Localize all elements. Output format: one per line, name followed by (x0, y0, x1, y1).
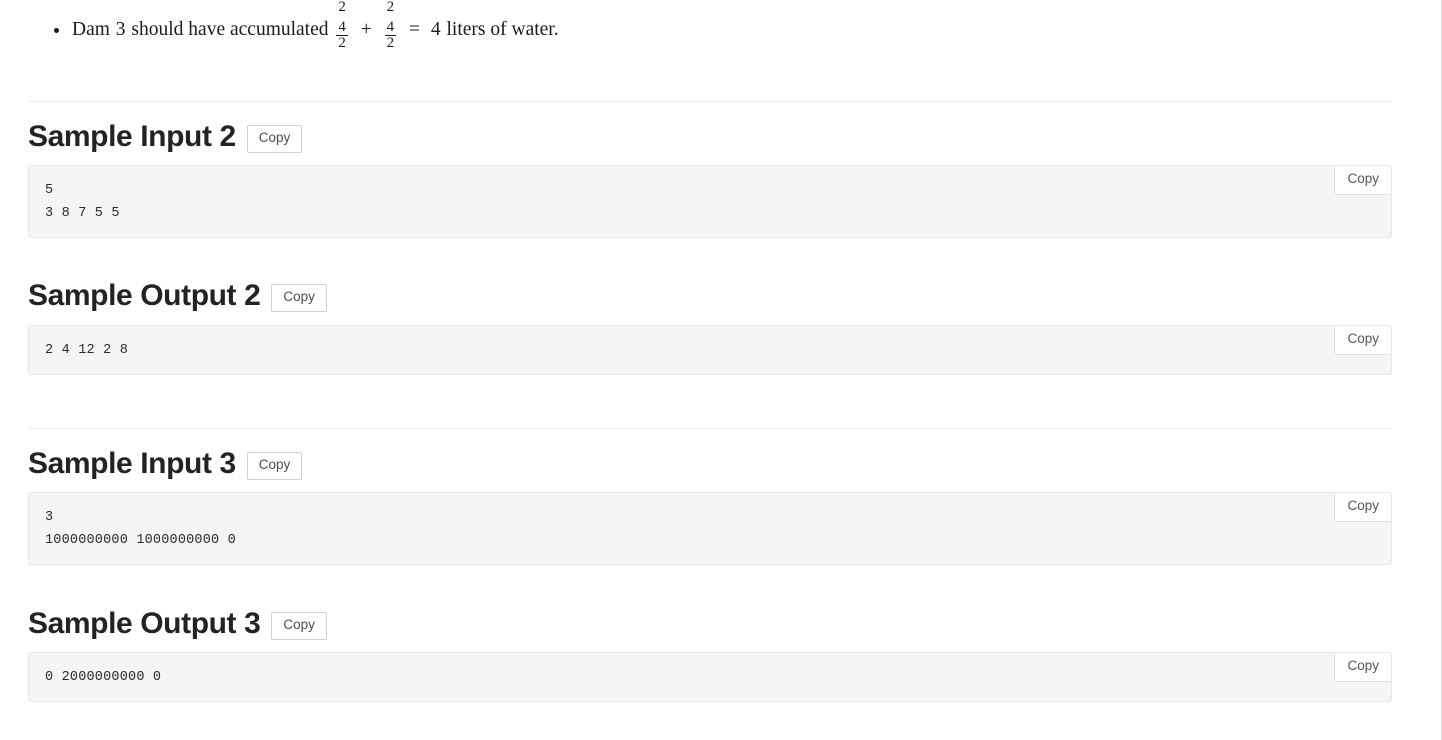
copy-code-button[interactable]: Copy (1334, 653, 1391, 682)
list-item: Dam 3 should have accumulated 42 + 42 = … (54, 14, 1420, 52)
page-title: Sample Input 3 (28, 447, 236, 480)
page-title: Sample Output 3 (28, 607, 261, 640)
copy-heading-button[interactable]: Copy (246, 125, 303, 153)
code-content: 0 2000000000 0 (45, 670, 162, 685)
math-operator-plus: + (360, 19, 372, 41)
section-heading-sample-input-3: Sample Input 3 Copy (28, 447, 303, 480)
bullet-dam-index: 3 (115, 19, 126, 41)
section-divider (28, 101, 1392, 102)
bullet-text-middle: should have accumulated (131, 0, 328, 4)
bullet-text-suffix: liters of water. (446, 19, 559, 41)
code-block-sample-input-3: 3 1000000000 1000000000 0 Copy (28, 492, 1392, 565)
bullet-result-value: 4 (430, 19, 441, 41)
code-content: 3 1000000000 1000000000 0 (45, 510, 236, 548)
copy-heading-button[interactable]: Copy (271, 612, 327, 640)
bullet-dam-index: 2 (115, 0, 127, 4)
math-operator-plus: + (356, 0, 377, 4)
copy-code-button[interactable]: Copy (1334, 493, 1391, 522)
code-block-sample-output-3: 0 2000000000 0 Copy (28, 652, 1392, 702)
fraction-numerator: 4 (338, 19, 346, 36)
math-operator-equals: = (409, 19, 421, 41)
bullet-text-middle: should have accumulated (131, 19, 329, 41)
copy-heading-button[interactable]: Copy (271, 284, 327, 312)
copy-code-button[interactable]: Copy (1334, 166, 1391, 195)
fraction-denominator: 2 (384, 35, 397, 52)
bullet-text-prefix: Dam (72, 0, 110, 4)
fraction-denominator: 2 (336, 35, 348, 52)
problem-statement-page: Dam 2 should have accumulated 22 + 22 = … (0, 0, 1442, 740)
section-heading-sample-output-2: Sample Output 2 Copy (28, 279, 327, 312)
fraction-first: 42 (336, 19, 348, 52)
bullet-text-prefix: Dam (72, 19, 110, 41)
bullet-text-suffix: liters of water. (447, 0, 559, 4)
code-block-sample-input-2: 5 3 8 7 5 5 Copy (28, 165, 1392, 238)
list-item: Dam 2 should have accumulated 22 + 22 = … (72, 0, 1420, 15)
copy-heading-button[interactable]: Copy (246, 452, 303, 480)
fraction-numerator: 4 (386, 19, 395, 36)
copy-code-button[interactable]: Copy (1334, 326, 1391, 355)
explanation-bullet-list: Dam 2 should have accumulated 22 + 22 = … (0, 0, 1420, 52)
code-content: 5 3 8 7 5 5 (45, 183, 120, 221)
page-title: Sample Output 2 (28, 279, 261, 312)
section-heading-sample-input-2: Sample Input 2 Copy (28, 120, 303, 153)
section-heading-sample-output-3: Sample Output 3 Copy (28, 607, 327, 640)
bullet-result-value: 2 (430, 0, 442, 4)
page-title: Sample Input 2 (28, 120, 236, 153)
section-divider (28, 428, 1392, 429)
code-content: 2 4 12 2 8 (45, 343, 129, 358)
math-operator-equals: = (404, 0, 425, 4)
code-block-sample-output-2: 2 4 12 2 8 Copy (28, 325, 1392, 375)
fraction-second: 42 (384, 19, 397, 52)
